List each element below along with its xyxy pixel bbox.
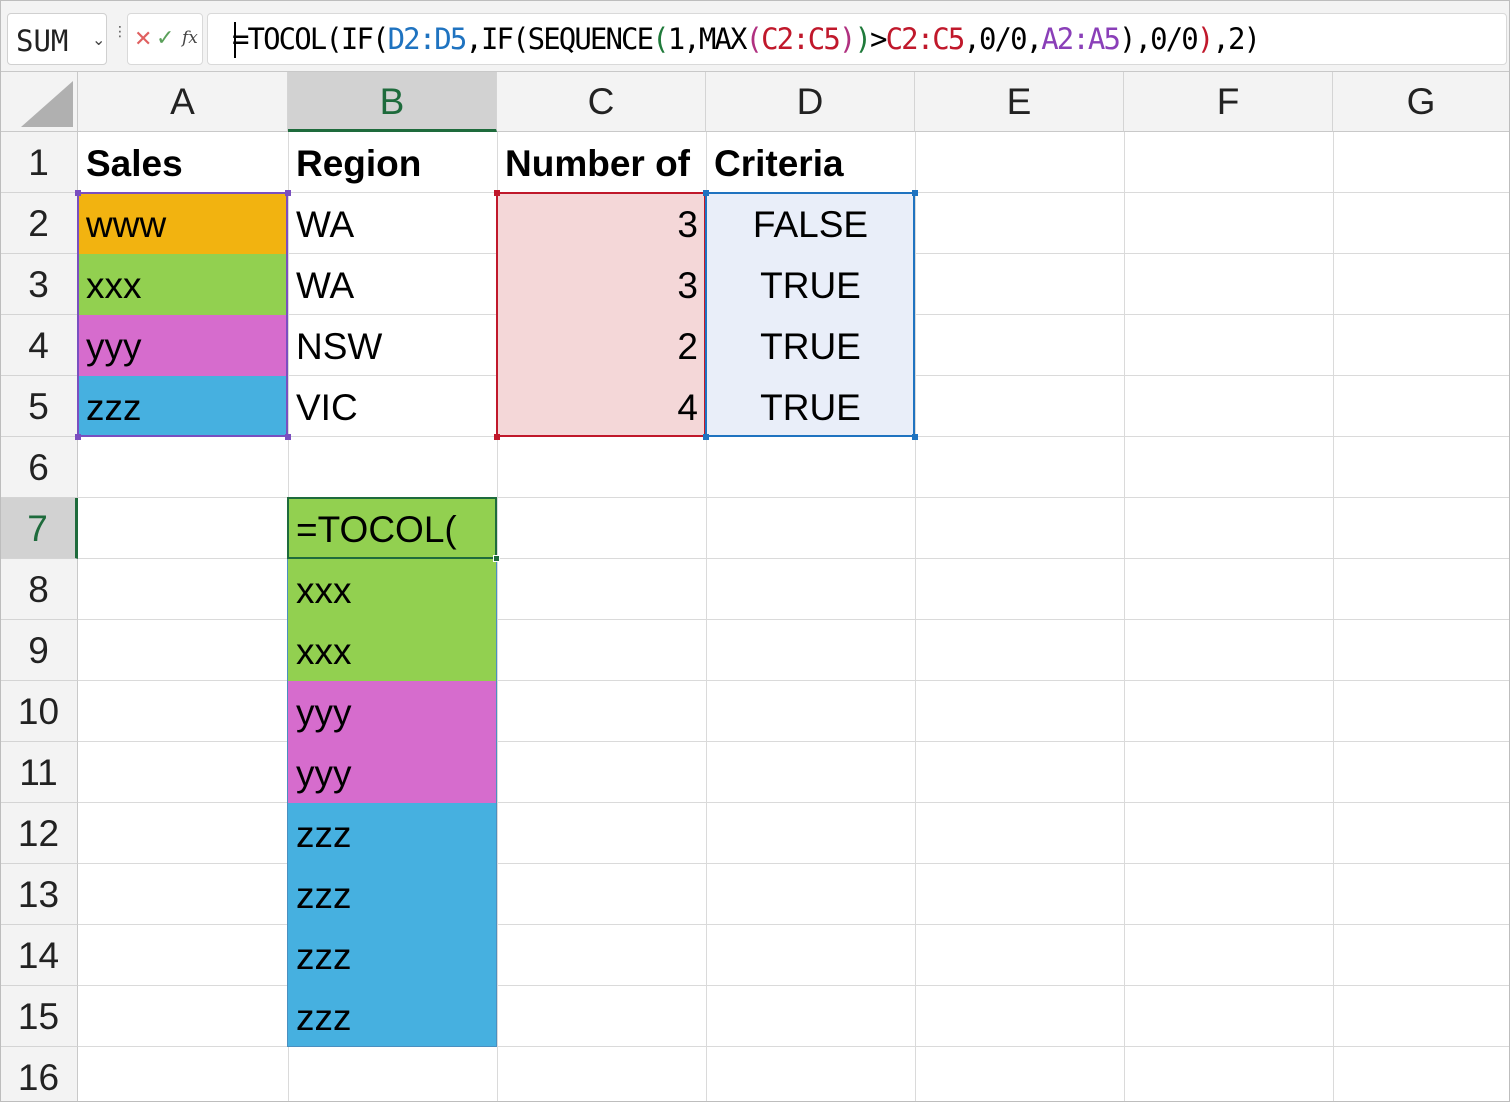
row-header-14[interactable]: 14 <box>0 925 78 986</box>
cancel-icon[interactable]: ✕ <box>134 26 152 52</box>
row-header-16[interactable]: 16 <box>0 1047 78 1102</box>
column-header-c[interactable]: C <box>497 72 706 132</box>
formula-token: A2:A5 <box>1041 22 1121 56</box>
row-header-15[interactable]: 15 <box>0 986 78 1047</box>
chevron-down-icon[interactable]: ⌄ <box>92 30 105 50</box>
gridline-vertical <box>915 132 916 1102</box>
formula-token: ( <box>652 22 669 56</box>
range-handle[interactable] <box>703 190 709 196</box>
formula-bar: SUM ⌄ ⋮ ✕ ✓ fx =TOCOL(IF(D2:D5,IF(SEQUEN… <box>0 0 1510 72</box>
column-header-f[interactable]: F <box>1124 72 1333 132</box>
formula-token: D2:D5 <box>387 22 468 56</box>
spill-range-border <box>287 559 497 1047</box>
range-handle[interactable] <box>75 190 81 196</box>
range-handle[interactable] <box>912 434 918 440</box>
formula-token: ) <box>1196 22 1214 56</box>
spreadsheet-grid[interactable]: ABCDEFG 1 2 3 4 5 6 7 8 9 10 11 12 13 14 15 16 Sales Reg… <box>0 72 1510 1102</box>
formula-token: ,0/0, <box>963 22 1043 56</box>
column-header-g[interactable]: G <box>1333 72 1510 132</box>
formula-input[interactable]: =TOCOL(IF(D2:D5,IF(SEQUENCE(1,MAX(C2:C5)… <box>207 13 1507 65</box>
range-handle[interactable] <box>912 190 918 196</box>
row-header-7[interactable]: 7 <box>0 498 78 559</box>
formula-token: ,0/0 <box>1134 22 1199 56</box>
row-header-2[interactable]: 2 <box>0 193 78 254</box>
formula-token: ) <box>1119 22 1136 56</box>
range-handle[interactable] <box>285 434 291 440</box>
region-cell[interactable]: NSW <box>288 315 497 376</box>
range-highlight-a2-a5 <box>77 192 288 437</box>
gridline-vertical <box>1124 132 1125 1102</box>
range-handle[interactable] <box>494 190 500 196</box>
fill-handle[interactable] <box>493 555 500 562</box>
row-header-6[interactable]: 6 <box>0 437 78 498</box>
range-handle[interactable] <box>75 434 81 440</box>
formula-controls: ✕ ✓ fx <box>127 13 203 65</box>
header-region[interactable]: Region <box>288 132 497 193</box>
formula-token: SEQUENCE <box>527 22 654 56</box>
formula-token: ) <box>838 22 856 56</box>
row-header-9[interactable]: 9 <box>0 620 78 681</box>
row-header-12[interactable]: 12 <box>0 803 78 864</box>
column-header-e[interactable]: E <box>915 72 1124 132</box>
column-header-a[interactable]: A <box>78 72 288 132</box>
formula-token: ,2) <box>1212 22 1261 56</box>
row-header-8[interactable]: 8 <box>0 559 78 620</box>
name-box[interactable]: SUM ⌄ <box>7 13 107 65</box>
row-header-11[interactable]: 11 <box>0 742 78 803</box>
range-handle[interactable] <box>285 190 291 196</box>
formula-token: > <box>870 22 887 56</box>
check-icon[interactable]: ✓ <box>156 25 174 51</box>
formula-token: =TOCOL(IF( <box>232 22 390 56</box>
region-cell[interactable]: VIC <box>288 376 497 437</box>
range-handle[interactable] <box>703 434 709 440</box>
active-cell-b7[interactable] <box>287 497 500 562</box>
formula-text: =TOCOL(IF(D2:D5,IF(SEQUENCE(1,MAX(C2:C5)… <box>232 22 1261 56</box>
header-sales[interactable]: Sales <box>78 132 288 193</box>
range-handle[interactable] <box>494 434 500 440</box>
row-header-13[interactable]: 13 <box>0 864 78 925</box>
formula-token: ) <box>854 22 871 56</box>
region-cell[interactable]: WA <box>288 254 497 315</box>
row-header-1[interactable]: 1 <box>0 132 78 193</box>
formula-token: C2:C5 <box>885 22 966 56</box>
select-all-corner[interactable] <box>0 72 78 132</box>
formula-token: 1,MAX <box>667 22 748 56</box>
row-header-4[interactable]: 4 <box>0 315 78 376</box>
range-highlight-c2-c5 <box>496 192 706 437</box>
formula-token: ( <box>745 22 763 56</box>
more-options-icon[interactable]: ⋮ <box>113 24 127 38</box>
row-header-3[interactable]: 3 <box>0 254 78 315</box>
select-all-triangle-icon <box>21 81 73 127</box>
formula-token: C2:C5 <box>761 22 841 56</box>
name-box-value: SUM <box>16 24 69 58</box>
row-header-5[interactable]: 5 <box>0 376 78 437</box>
column-header-b[interactable]: B <box>288 72 497 132</box>
fx-icon[interactable]: fx <box>182 28 198 48</box>
formula-token: ,IF( <box>465 22 529 56</box>
range-highlight-d2-d5 <box>705 192 915 437</box>
gridline-vertical <box>1333 132 1334 1102</box>
row-header-10[interactable]: 10 <box>0 681 78 742</box>
column-header-d[interactable]: D <box>706 72 915 132</box>
header-criteria[interactable]: Criteria <box>706 132 915 193</box>
header-number-of[interactable]: Number of <box>497 132 706 193</box>
region-cell[interactable]: WA <box>288 193 497 254</box>
